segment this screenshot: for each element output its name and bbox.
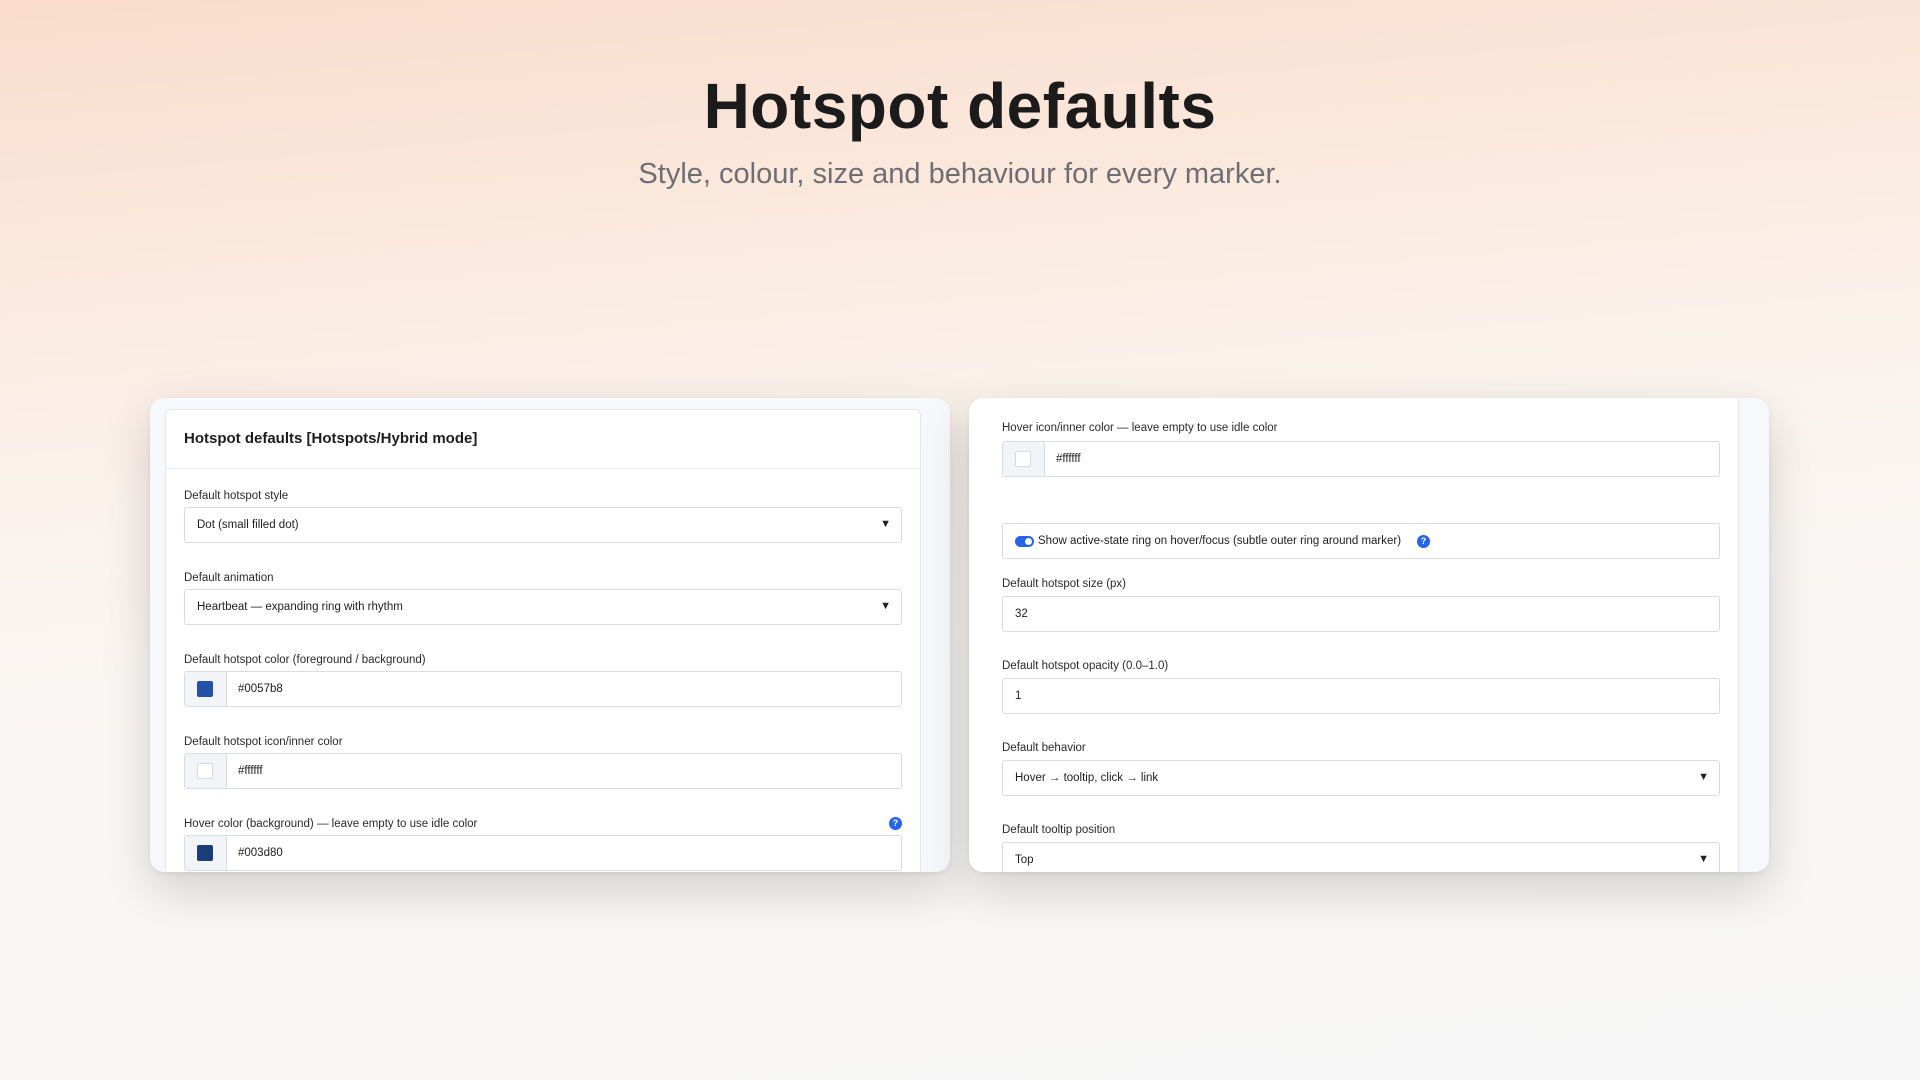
- hotspot-opacity-input[interactable]: 1: [1002, 678, 1720, 714]
- hover-icon-color-value: #ffffff: [1056, 453, 1081, 465]
- icon-color-field[interactable]: #ffffff: [184, 753, 902, 789]
- help-icon[interactable]: ?: [889, 817, 902, 830]
- tooltip-position-label: Default tooltip position: [1002, 824, 1116, 836]
- hover-color-value: #003d80: [238, 847, 283, 859]
- color-swatch-button[interactable]: [185, 754, 227, 788]
- page-title: Hotspot defaults: [703, 70, 1217, 142]
- hover-icon-color-field[interactable]: #ffffff: [1002, 441, 1720, 477]
- panel-title: Hotspot defaults [Hotspots/Hybrid mode]: [184, 430, 478, 447]
- hotspot-size-input[interactable]: 32: [1002, 596, 1720, 632]
- icon-color-label: Default hotspot icon/inner color: [184, 736, 343, 748]
- animation-label: Default animation: [184, 572, 274, 584]
- icon-color-value: #ffffff: [238, 765, 263, 777]
- tooltip-position-value: Top: [1015, 854, 1034, 866]
- behavior-label: Default behavior: [1002, 742, 1086, 754]
- color-swatch-button[interactable]: [185, 672, 227, 706]
- hover-icon-color-label: Hover icon/inner color — leave empty to …: [1002, 422, 1278, 434]
- hotspot-size-value: 32: [1015, 608, 1028, 620]
- active-ring-toggle-row[interactable]: Show active-state ring on hover/focus (s…: [1002, 523, 1720, 559]
- color-swatch-button[interactable]: [185, 836, 227, 870]
- behavior-select[interactable]: Hover → tooltip, click → link ▼: [1002, 760, 1720, 796]
- tooltip-position-select[interactable]: Top ▼: [1002, 842, 1720, 872]
- right-settings-card: Hover icon/inner color — leave empty to …: [969, 398, 1769, 872]
- style-label: Default hotspot style: [184, 490, 289, 502]
- chevron-down-icon: ▼: [1698, 771, 1709, 783]
- behavior-value: Hover → tooltip, click → link: [1015, 772, 1159, 784]
- page-subtitle: Style, colour, size and behaviour for ev…: [638, 158, 1282, 190]
- hotspot-style-select[interactable]: Dot (small filled dot) ▼: [184, 507, 902, 543]
- hotspot-style-value: Dot (small filled dot): [197, 519, 299, 531]
- active-ring-label: Show active-state ring on hover/focus (s…: [1038, 535, 1402, 547]
- active-ring-toggle[interactable]: [1015, 536, 1034, 547]
- color-swatch-button[interactable]: [1003, 442, 1045, 476]
- hover-color-label: Hover color (background) — leave empty t…: [184, 818, 478, 830]
- color-swatch: [197, 763, 213, 779]
- animation-value: Heartbeat — expanding ring with rhythm: [197, 601, 403, 613]
- color-label: Default hotspot color (foreground / back…: [184, 654, 426, 666]
- hotspot-defaults-panel-continued: Hover icon/inner color — leave empty to …: [969, 398, 1739, 872]
- hotspot-color-field[interactable]: #0057b8: [184, 671, 902, 707]
- hover-color-field[interactable]: #003d80: [184, 835, 902, 871]
- left-settings-card: Hotspot defaults [Hotspots/Hybrid mode] …: [150, 398, 950, 872]
- chevron-down-icon: ▼: [880, 518, 891, 530]
- chevron-down-icon: ▼: [880, 600, 891, 612]
- hotspot-color-value: #0057b8: [238, 683, 283, 695]
- hotspot-opacity-value: 1: [1015, 690, 1022, 702]
- size-label: Default hotspot size (px): [1002, 578, 1127, 590]
- help-icon[interactable]: ?: [1417, 535, 1430, 548]
- color-swatch: [197, 845, 213, 861]
- chevron-down-icon: ▼: [1698, 853, 1709, 865]
- hotspot-defaults-panel: Hotspot defaults [Hotspots/Hybrid mode] …: [165, 409, 921, 872]
- color-swatch: [197, 681, 213, 697]
- animation-select[interactable]: Heartbeat — expanding ring with rhythm ▼: [184, 589, 902, 625]
- color-swatch: [1015, 451, 1031, 467]
- divider: [166, 468, 920, 469]
- opacity-label: Default hotspot opacity (0.0–1.0): [1002, 660, 1169, 672]
